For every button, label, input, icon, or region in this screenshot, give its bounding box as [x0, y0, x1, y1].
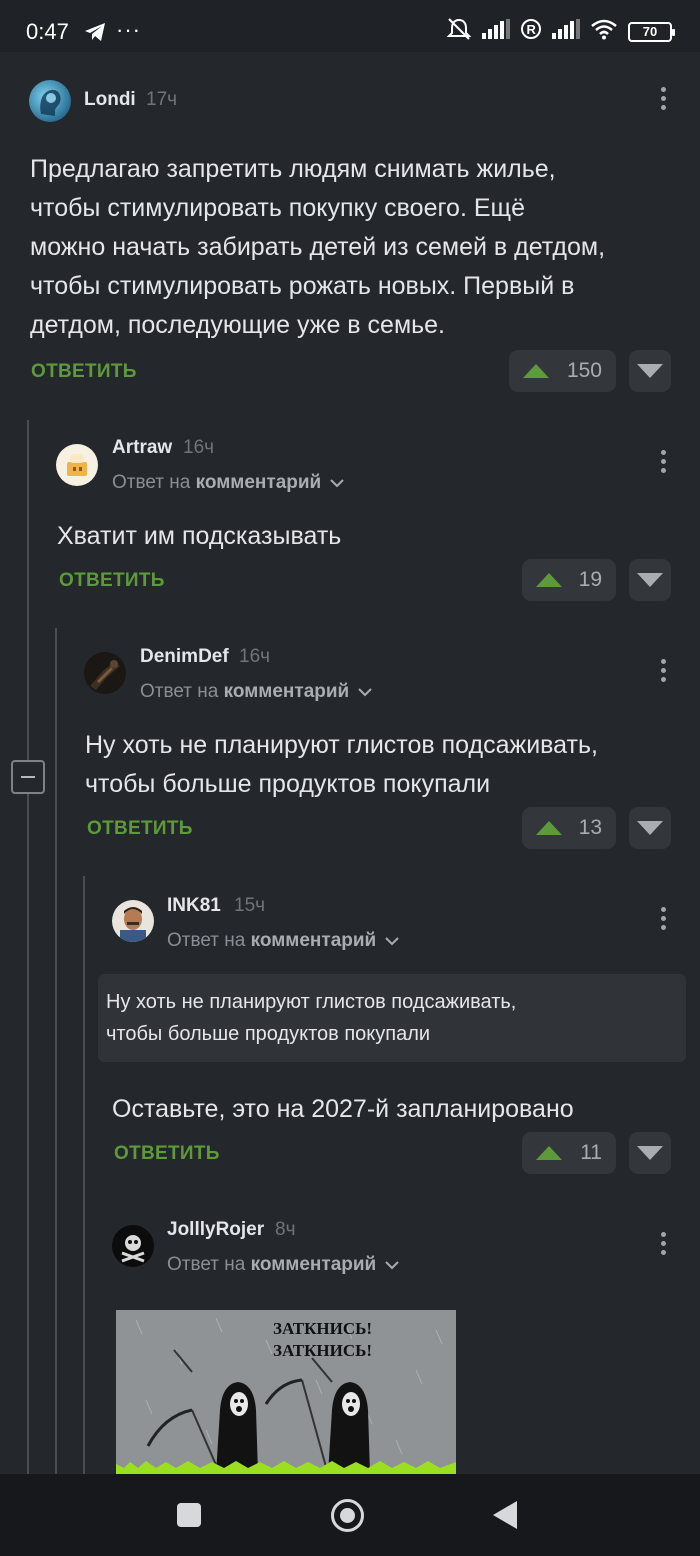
- home-icon[interactable]: [331, 1499, 364, 1532]
- rating-count: 150: [566, 359, 602, 382]
- signal-icon: [552, 19, 580, 44]
- chevron-down-icon: [329, 479, 344, 488]
- status-time: 0:47: [26, 19, 69, 44]
- arrow-down-icon: [637, 573, 663, 587]
- quoted-comment[interactable]: Ну хоть не планируют глистов подсаживать…: [98, 974, 686, 1062]
- reply-to-target: комментарий: [250, 1254, 377, 1275]
- more-options-icon[interactable]: [660, 659, 666, 685]
- comment-time: 15ч: [234, 895, 266, 916]
- thread-line-level-1[interactable]: [27, 420, 29, 1474]
- downvote-button[interactable]: [629, 350, 671, 392]
- mute-alarm-icon: [446, 17, 472, 46]
- reply-button[interactable]: ОТВЕТИТЬ: [31, 361, 137, 383]
- comment-time: 16ч: [183, 437, 215, 458]
- chevron-down-icon: [357, 688, 372, 697]
- comment-text-line: Оставьте, это на 2027-й запланировано: [112, 1095, 574, 1123]
- comment-text-line: чтобы стимулировать рожать новых. Первый…: [30, 272, 575, 300]
- wifi-icon: [590, 18, 618, 45]
- reply-to-target: комментарий: [195, 472, 322, 493]
- comment-time: 8ч: [275, 1219, 296, 1240]
- avatar[interactable]: [29, 80, 71, 122]
- collapse-thread-button[interactable]: [11, 760, 45, 794]
- svg-text:R: R: [527, 22, 537, 37]
- username[interactable]: JolllyRojer: [167, 1219, 264, 1241]
- signal-icon: [482, 19, 510, 44]
- meme-caption-line: ЗАТКНИСЬ!: [273, 1341, 372, 1360]
- reply-button[interactable]: ОТВЕТИТЬ: [59, 570, 165, 592]
- reply-to-target: комментарий: [223, 681, 350, 702]
- comment-text-line: можно начать забирать детей из семей в д…: [30, 233, 606, 261]
- reply-to-prefix: Ответ на: [140, 681, 219, 702]
- telegram-icon: [84, 22, 106, 47]
- status-bar: 0:47 ··· R 70: [0, 0, 700, 52]
- reply-button[interactable]: ОТВЕТИТЬ: [114, 1143, 220, 1165]
- thread-line-level-3[interactable]: [83, 876, 85, 1474]
- more-options-icon[interactable]: [660, 1232, 666, 1258]
- upvote-button[interactable]: 11: [522, 1132, 616, 1174]
- comment-text-line: детдом, последующие уже в семье.: [30, 311, 446, 339]
- more-options-icon[interactable]: [660, 450, 666, 476]
- chevron-down-icon: [384, 1261, 399, 1270]
- arrow-down-icon: [637, 1146, 663, 1160]
- upvote-button[interactable]: 19: [522, 559, 616, 601]
- downvote-button[interactable]: [629, 559, 671, 601]
- reply-to-link[interactable]: Ответ на комментарий: [140, 681, 372, 703]
- comment-time: 16ч: [239, 646, 271, 667]
- comment-text: Хватит им подсказывать: [57, 517, 677, 556]
- arrow-up-icon: [536, 1146, 562, 1160]
- thread-line-level-2[interactable]: [55, 628, 57, 1474]
- quote-text-line: Ну хоть не планируют глистов подсаживать…: [106, 991, 517, 1013]
- downvote-button[interactable]: [629, 807, 671, 849]
- system-navigation-bar: [0, 1474, 700, 1556]
- comment-text-line: Ну хоть не планируют глистов подсаживать…: [85, 731, 598, 759]
- recent-apps-icon[interactable]: [177, 1503, 201, 1527]
- reply-button[interactable]: ОТВЕТИТЬ: [87, 818, 193, 840]
- meme-caption-line: ЗАТКНИСЬ!: [273, 1319, 372, 1338]
- arrow-down-icon: [637, 821, 663, 835]
- arrow-up-icon: [536, 821, 562, 835]
- comment-time: 17ч: [146, 89, 178, 110]
- avatar[interactable]: [112, 1225, 154, 1267]
- status-icons: R 70: [446, 17, 675, 46]
- downvote-button[interactable]: [629, 1132, 671, 1174]
- username[interactable]: INK81: [167, 895, 221, 917]
- comment-text: Предлагаю запретить людям снимать жилье,…: [30, 150, 690, 345]
- comment-text-line: Предлагаю запретить людям снимать жилье,: [30, 155, 556, 183]
- arrow-up-icon: [523, 364, 549, 378]
- reply-to-target: комментарий: [250, 930, 377, 951]
- meme-image[interactable]: ЗАТКНИСЬ! ЗАТКНИСЬ!: [116, 1310, 456, 1474]
- arrow-up-icon: [536, 573, 562, 587]
- more-options-icon[interactable]: [660, 907, 666, 933]
- reply-to-link[interactable]: Ответ на комментарий: [167, 1254, 399, 1276]
- comment-text: Оставьте, это на 2027-й запланировано: [112, 1090, 682, 1129]
- battery-icon: 70: [628, 21, 675, 42]
- upvote-button[interactable]: 150: [509, 350, 616, 392]
- username[interactable]: Londi: [84, 89, 136, 111]
- avatar[interactable]: [84, 652, 126, 694]
- avatar[interactable]: [56, 444, 98, 486]
- reply-to-link[interactable]: Ответ на комментарий: [112, 472, 344, 494]
- quote-text-line: чтобы больше продуктов покупали: [106, 1023, 431, 1045]
- comment-text-line: Хватит им подсказывать: [57, 522, 342, 550]
- username[interactable]: DenimDef: [140, 646, 229, 668]
- upvote-button[interactable]: 13: [522, 807, 616, 849]
- more-notifications-icon: ···: [116, 17, 141, 42]
- rating-count: 13: [578, 816, 602, 839]
- back-icon[interactable]: [493, 1501, 517, 1529]
- rating-count: 11: [580, 1141, 602, 1164]
- username[interactable]: Artraw: [112, 437, 172, 459]
- reply-to-link[interactable]: Ответ на комментарий: [167, 930, 399, 952]
- comment-text: Ну хоть не планируют глистов подсаживать…: [85, 726, 685, 804]
- arrow-down-icon: [637, 364, 663, 378]
- more-options-icon[interactable]: [660, 87, 666, 113]
- rating-count: 19: [578, 568, 602, 591]
- comment-text-line: чтобы больше продуктов покупали: [85, 770, 491, 798]
- chevron-down-icon: [384, 937, 399, 946]
- reply-to-prefix: Ответ на: [112, 472, 191, 493]
- comment-text-line: чтобы стимулировать покупку своего. Ещё: [30, 194, 525, 222]
- reply-to-prefix: Ответ на: [167, 930, 246, 951]
- reply-to-prefix: Ответ на: [167, 1254, 246, 1275]
- roaming-icon: R: [520, 18, 542, 45]
- avatar[interactable]: [112, 900, 154, 942]
